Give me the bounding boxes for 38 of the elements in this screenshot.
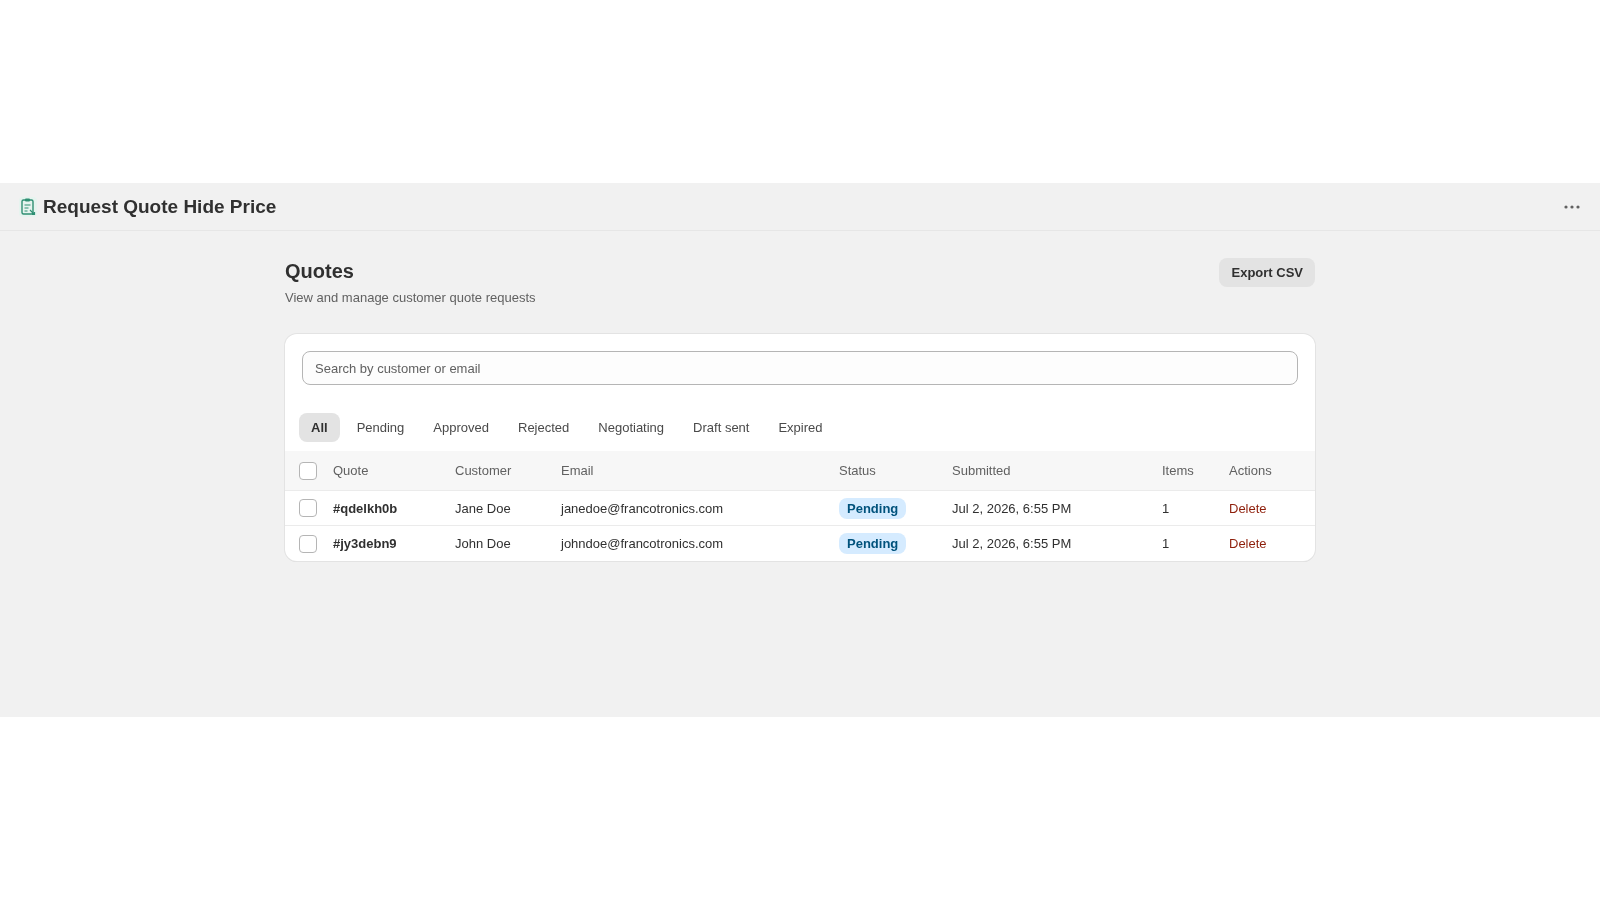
checkbox[interactable] (299, 499, 317, 517)
item-count: 1 (1162, 536, 1170, 551)
submitted-date: Jul 2, 2026, 6:55 PM (952, 536, 1072, 551)
filter-tab[interactable]: All (299, 413, 340, 442)
status-badge: Pending (839, 497, 907, 519)
quote-number: #qdelkh0b (333, 500, 398, 516)
filter-tab[interactable]: Approved (421, 413, 501, 442)
customer-name: Jane Doe (455, 500, 511, 516)
search-field[interactable]: Search by customer or email (302, 351, 1298, 385)
filter-tab[interactable]: Pending (344, 413, 417, 442)
export-csv-button[interactable]: Export CSV (1219, 258, 1315, 287)
column-header: Status (839, 463, 876, 478)
filter-tab[interactable]: Rejected (506, 413, 582, 442)
more-options-icon[interactable] (1564, 204, 1580, 209)
column-header: Items (1162, 463, 1194, 478)
checkbox[interactable] (299, 534, 317, 553)
delete-link[interactable]: Delete (1229, 500, 1267, 516)
customer-name: John Doe (455, 536, 511, 551)
column-header: Email (561, 463, 594, 478)
filter-tab[interactable]: Expired (766, 413, 835, 442)
filter-tab[interactable]: Draft sent (681, 413, 762, 442)
column-header: Submitted (952, 463, 1011, 478)
delete-link[interactable]: Delete (1229, 536, 1267, 551)
status-badge: Pending (839, 533, 907, 554)
column-header: Actions (1229, 463, 1272, 478)
column-header: Customer (455, 463, 512, 478)
email-address: janedoe@francotronics.com (561, 500, 724, 516)
item-count: 1 (1162, 500, 1170, 516)
clipboard-icon (19, 196, 37, 217)
page-subtitle: View and manage customer quote requests (285, 290, 536, 306)
checkbox[interactable] (299, 461, 317, 480)
email-address: johndoe@francotronics.com (561, 536, 724, 551)
quote-number: #jy3debn9 (333, 536, 397, 551)
submitted-date: Jul 2, 2026, 6:55 PM (952, 500, 1072, 516)
filter-tab[interactable]: Negotiating (586, 413, 677, 442)
column-header: Quote (333, 463, 369, 478)
app-title: Request Quote Hide Price (43, 195, 277, 218)
page-title: Quotes (285, 259, 355, 284)
